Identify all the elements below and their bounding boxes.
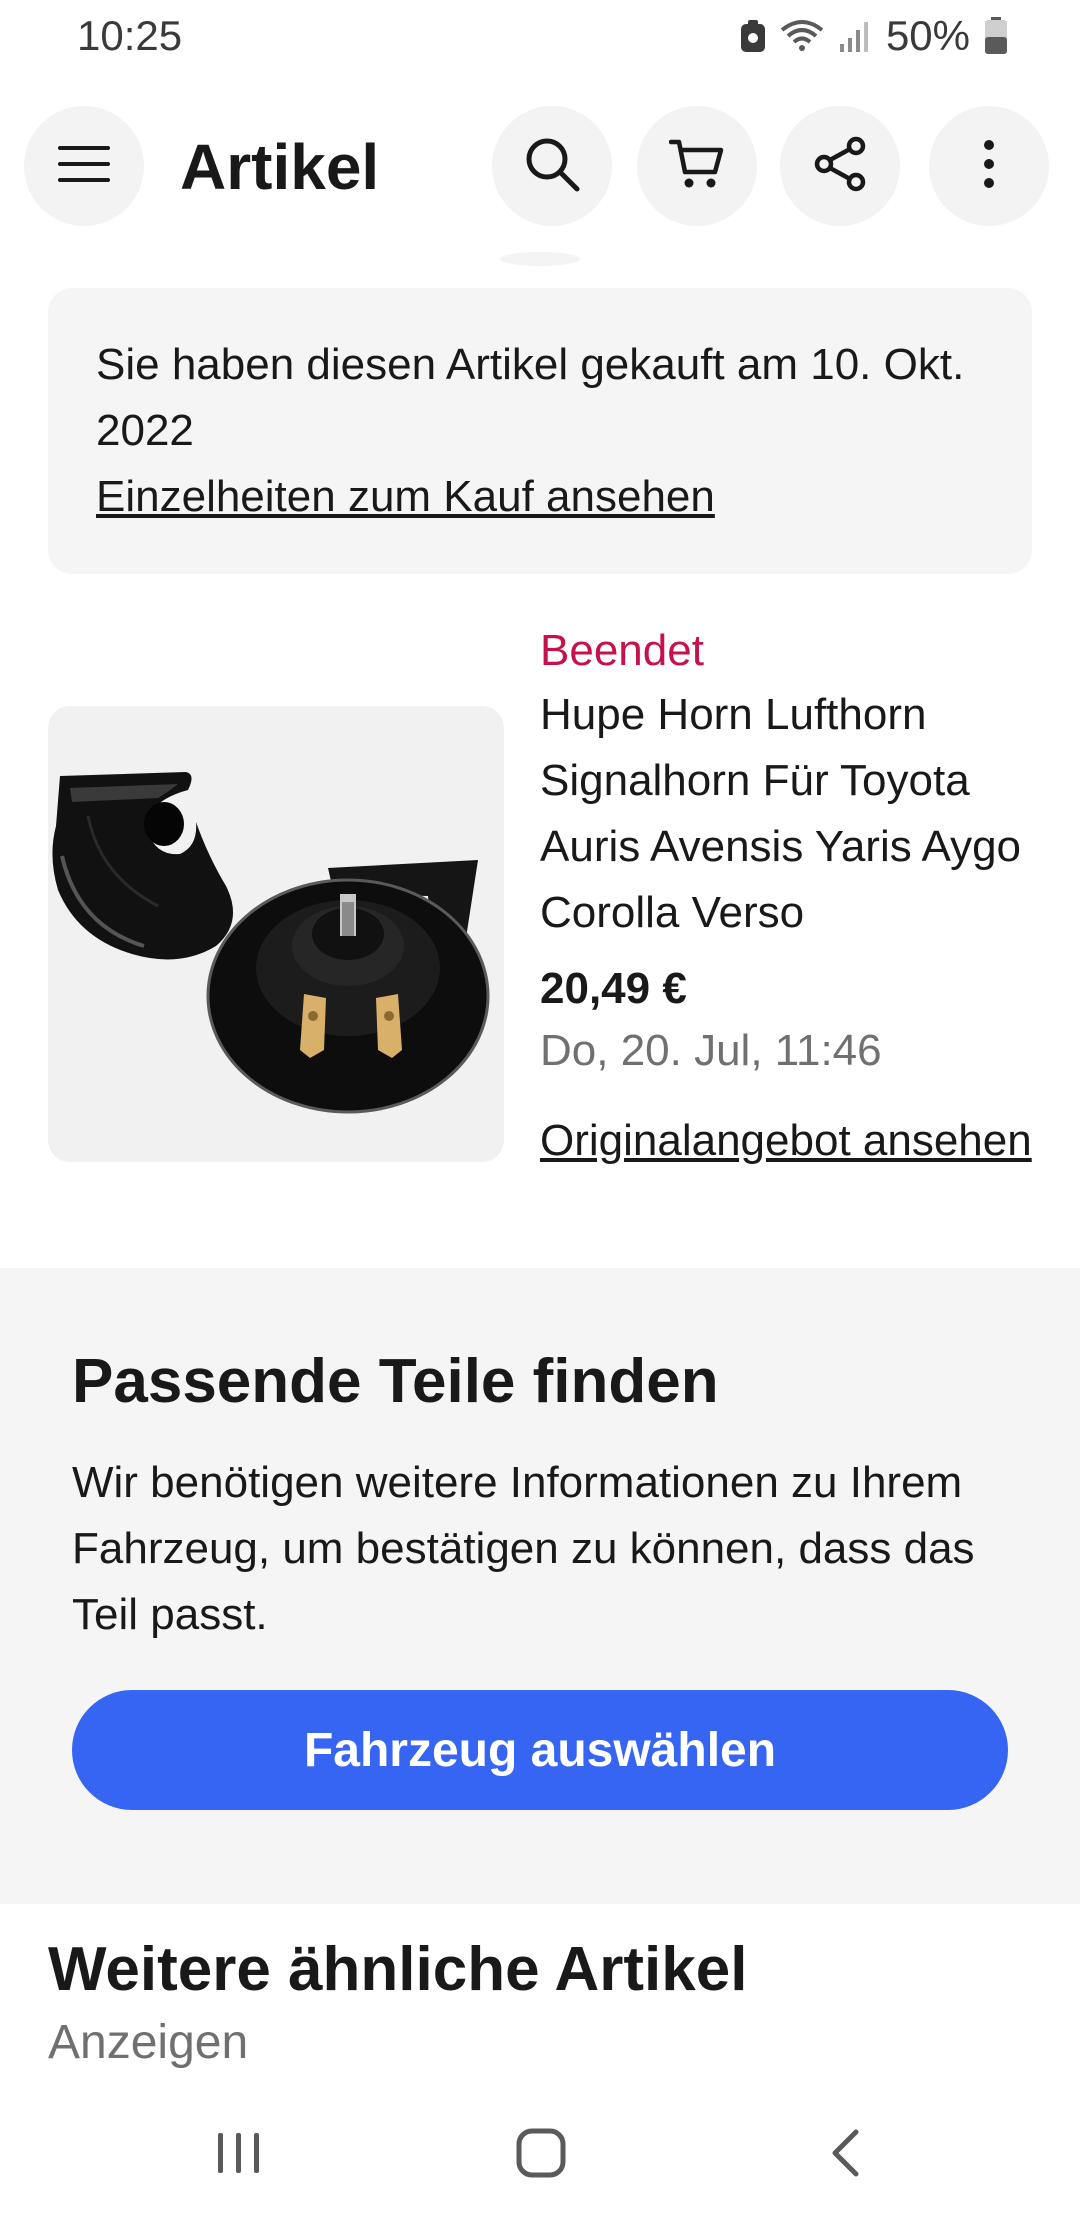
- find-parts-section: Passende Teile finden Wir benötigen weit…: [0, 1268, 1080, 1904]
- car-horn-image: [52, 772, 490, 1114]
- share-icon: [812, 136, 868, 197]
- page-title: Artikel: [180, 131, 380, 203]
- share-button[interactable]: [780, 106, 900, 226]
- cart-icon: [668, 138, 725, 195]
- back-icon: [830, 2129, 860, 2182]
- menu-icon: [58, 144, 110, 189]
- storage-icon: [740, 19, 766, 53]
- search-icon: [523, 135, 581, 198]
- status-icons: 50%: [740, 12, 1008, 60]
- similar-items-title: Weitere ähnliche Artikel: [48, 1935, 748, 2004]
- back-button[interactable]: [790, 2120, 900, 2190]
- home-icon: [516, 2128, 566, 2183]
- search-button[interactable]: [492, 106, 612, 226]
- status-bar: 10:25 50%: [0, 0, 1080, 72]
- item-title[interactable]: Hupe Horn Lufthorn Signalhorn Für Toyota…: [540, 682, 1040, 946]
- system-navigation-bar: [0, 2090, 1080, 2220]
- purchase-notice-text: Sie haben diesen Artikel gekauft am 10. …: [96, 340, 965, 455]
- signal-icon: [838, 18, 872, 54]
- purchase-details-link[interactable]: Einzelheiten zum Kauf ansehen: [96, 464, 715, 530]
- item-end-date: Do, 20. Jul, 11:46: [540, 1026, 882, 1075]
- item-info: Beendet Hupe Horn Lufthorn Signalhorn Fü…: [540, 620, 1040, 1174]
- purchase-notice: Sie haben diesen Artikel gekauft am 10. …: [48, 288, 1032, 574]
- home-button[interactable]: [486, 2120, 596, 2190]
- wifi-icon: [780, 18, 824, 54]
- app-bar: Artikel: [0, 106, 1080, 226]
- select-vehicle-button[interactable]: Fahrzeug auswählen: [72, 1690, 1008, 1810]
- more-options-button[interactable]: [929, 106, 1049, 226]
- recents-icon: [216, 2131, 262, 2180]
- cart-button[interactable]: [637, 106, 757, 226]
- battery-icon: [984, 17, 1008, 55]
- similar-items-subtitle: Anzeigen: [48, 2016, 249, 2069]
- scroll-indicator: [500, 252, 580, 266]
- item-status-badge: Beendet: [540, 626, 704, 675]
- status-time: 10:25: [77, 12, 183, 59]
- find-parts-title: Passende Teile finden: [72, 1347, 719, 1416]
- find-parts-description: Wir benötigen weitere Informationen zu I…: [72, 1458, 975, 1639]
- item-price: 20,49 €: [540, 964, 687, 1013]
- item-image[interactable]: [48, 706, 504, 1162]
- original-listing-link[interactable]: Originalangebot ansehen: [540, 1108, 1040, 1174]
- battery-level: 50%: [885, 12, 970, 59]
- recents-button[interactable]: [184, 2120, 294, 2190]
- more-icon: [983, 139, 995, 194]
- menu-button[interactable]: [24, 106, 144, 226]
